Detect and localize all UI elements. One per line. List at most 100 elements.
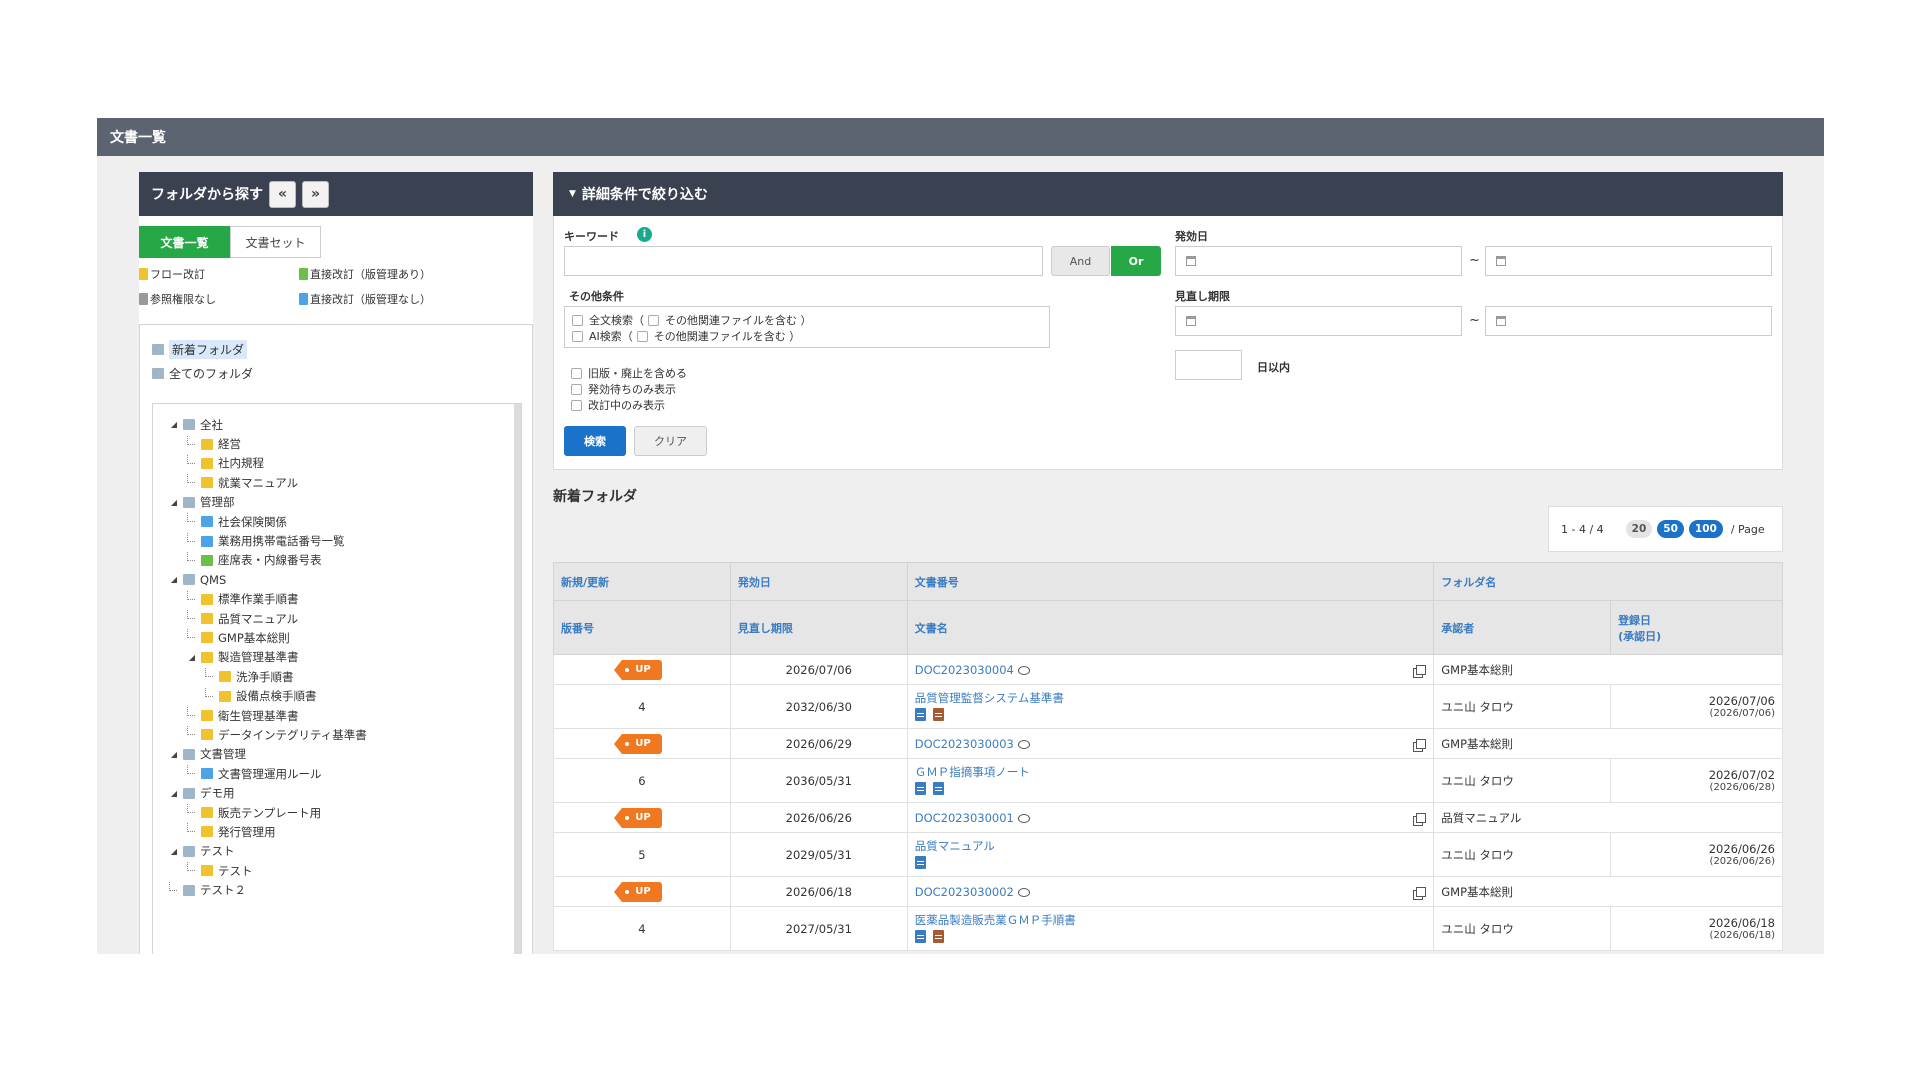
col-docname[interactable]: 文書名: [906, 600, 1435, 655]
copy-icon[interactable]: [1416, 738, 1427, 749]
search-button[interactable]: 検索: [564, 426, 626, 456]
ai-related-checkbox[interactable]: [636, 330, 648, 342]
file-icon[interactable]: [914, 929, 926, 943]
option-revising[interactable]: 改訂中のみ表示: [571, 397, 665, 413]
col-docno[interactable]: 文書番号: [906, 562, 1435, 601]
tree-node[interactable]: 座席表・内線番号表: [153, 551, 521, 570]
copy-icon[interactable]: [1416, 886, 1427, 897]
col-approver[interactable]: 承認者: [1433, 600, 1612, 655]
tree-node[interactable]: 洗浄手順書: [153, 667, 521, 686]
old-checkbox[interactable]: [571, 367, 582, 379]
tree-node[interactable]: 社内規程: [153, 454, 521, 473]
page-size-50[interactable]: 50: [1657, 520, 1684, 538]
days-input[interactable]: [1175, 350, 1242, 380]
tree-node[interactable]: ◢ 製造管理基準書: [153, 648, 521, 667]
tree-node[interactable]: ◢ デモ用: [153, 783, 521, 802]
comment-icon[interactable]: [1017, 813, 1030, 823]
col-review[interactable]: 見直し期限: [729, 600, 908, 655]
docname-link[interactable]: 品質マニュアル: [915, 838, 1427, 854]
tree-node[interactable]: GMP基本総則: [153, 628, 521, 647]
tree-node[interactable]: テスト: [153, 861, 521, 880]
table-row[interactable]: 5 2029/05/31 品質マニュアル ユニ山 タロウ 2026/06/26 (2026…: [553, 832, 1783, 877]
or-button[interactable]: Or: [1111, 246, 1161, 276]
review-date-to[interactable]: [1485, 306, 1772, 336]
tree-node[interactable]: 発行管理用: [153, 822, 521, 841]
and-button[interactable]: And: [1051, 246, 1110, 276]
col-registered[interactable]: 登録日 (承認日): [1610, 600, 1783, 655]
pending-checkbox[interactable]: [571, 383, 582, 395]
tree-node[interactable]: ◢ QMS: [153, 570, 521, 589]
col-folder[interactable]: フォルダ名: [1433, 562, 1783, 601]
page-size-20[interactable]: 20: [1625, 520, 1653, 538]
fulltext-checkbox[interactable]: [572, 314, 583, 326]
file-icon[interactable]: [932, 707, 944, 721]
table-row[interactable]: UP 2026/07/06 DOC2023030004 GMP基本総則: [553, 654, 1783, 685]
col-version[interactable]: 版番号: [553, 600, 731, 655]
keyword-input[interactable]: [564, 246, 1043, 276]
expand-button[interactable]: »: [302, 180, 329, 208]
info-icon[interactable]: i: [637, 227, 652, 242]
docname-link[interactable]: ＧＭＰ指摘事項ノート: [915, 764, 1427, 780]
tree-scrollbar[interactable]: [514, 404, 521, 954]
tree-node[interactable]: 社会保険関係: [153, 512, 521, 531]
expand-toggle-icon[interactable]: ◢: [169, 847, 179, 856]
table-row[interactable]: UP 2026/06/18 DOC2023030002 GMP基本総則: [553, 876, 1783, 907]
table-row[interactable]: 6 2036/05/31 ＧＭＰ指摘事項ノート ユニ山 タロウ 2026/07/02 (2…: [553, 758, 1783, 803]
tree-node[interactable]: 販売テンプレート用: [153, 803, 521, 822]
option-pending[interactable]: 発効待ちのみ表示: [571, 381, 676, 397]
effective-date-to[interactable]: [1485, 246, 1772, 276]
table-row[interactable]: UP 2026/06/29 DOC2023030003 GMP基本総則: [553, 728, 1783, 759]
docno-link[interactable]: DOC2023030004: [915, 663, 1014, 677]
tab-document-list[interactable]: 文書一覧: [139, 226, 230, 258]
tree-node[interactable]: ◢ 全社: [153, 415, 521, 434]
tree-node[interactable]: 設備点検手順書: [153, 686, 521, 705]
expand-toggle-icon[interactable]: ◢: [169, 750, 179, 759]
table-row[interactable]: 4 2032/06/30 品質管理監督システム基準書 ユニ山 タロウ 2026/07/0…: [553, 684, 1783, 729]
tree-node[interactable]: 業務用携帯電話番号一覧: [153, 531, 521, 550]
expand-toggle-icon[interactable]: ◢: [187, 653, 197, 662]
tree-node[interactable]: ◢ テスト: [153, 842, 521, 861]
tree-node[interactable]: 経営: [153, 434, 521, 453]
collapse-button[interactable]: «: [269, 180, 296, 208]
file-icon[interactable]: [932, 781, 944, 795]
tree-node[interactable]: データインテグリティ基準書: [153, 725, 521, 744]
docname-link[interactable]: 医薬品製造販売業ＧＭＰ手順書: [915, 912, 1427, 928]
tree-node[interactable]: 文書管理運用ルール: [153, 764, 521, 783]
page-size-100[interactable]: 100: [1688, 520, 1723, 538]
copy-icon[interactable]: [1416, 664, 1427, 675]
expand-toggle-icon[interactable]: ◢: [169, 498, 179, 507]
col-effective[interactable]: 発効日: [729, 562, 908, 601]
effective-date-from[interactable]: [1175, 246, 1462, 276]
clear-button[interactable]: クリア: [634, 426, 707, 456]
tree-node[interactable]: 標準作業手順書: [153, 590, 521, 609]
expand-toggle-icon[interactable]: ◢: [169, 789, 179, 798]
tab-document-set[interactable]: 文書セット: [230, 226, 321, 258]
table-row[interactable]: UP 2026/06/26 DOC2023030001 品質マニュアル: [553, 802, 1783, 833]
expand-toggle-icon[interactable]: ◢: [169, 420, 179, 429]
docno-link[interactable]: DOC2023030002: [915, 885, 1014, 899]
comment-icon[interactable]: [1017, 665, 1030, 675]
table-row[interactable]: 4 2027/05/31 医薬品製造販売業ＧＭＰ手順書 ユニ山 タロウ 2026/06/…: [553, 906, 1783, 951]
file-icon[interactable]: [914, 707, 926, 721]
tree-node[interactable]: ◢ 管理部: [153, 493, 521, 512]
ai-checkbox[interactable]: [572, 330, 583, 342]
filter-panel-header[interactable]: ▼ 詳細条件で絞り込む: [553, 172, 1783, 216]
quick-new-folder[interactable]: 新着フォルダ: [152, 337, 532, 361]
docno-link[interactable]: DOC2023030003: [915, 737, 1014, 751]
tree-node[interactable]: 就業マニュアル: [153, 473, 521, 492]
tree-node[interactable]: ◢ 文書管理: [153, 745, 521, 764]
file-icon[interactable]: [932, 929, 944, 943]
comment-icon[interactable]: [1017, 887, 1030, 897]
col-new-update[interactable]: 新規/更新: [553, 562, 731, 601]
review-date-from[interactable]: [1175, 306, 1462, 336]
file-icon[interactable]: [914, 855, 926, 869]
file-icon[interactable]: [914, 781, 926, 795]
revising-checkbox[interactable]: [571, 399, 582, 411]
docname-link[interactable]: 品質管理監督システム基準書: [915, 690, 1427, 706]
quick-all-folders[interactable]: 全てのフォルダ: [152, 361, 532, 385]
option-old[interactable]: 旧版・廃止を含める: [571, 365, 687, 381]
comment-icon[interactable]: [1017, 739, 1030, 749]
copy-icon[interactable]: [1416, 812, 1427, 823]
tree-node[interactable]: 品質マニュアル: [153, 609, 521, 628]
tree-node[interactable]: テスト２: [153, 880, 521, 899]
